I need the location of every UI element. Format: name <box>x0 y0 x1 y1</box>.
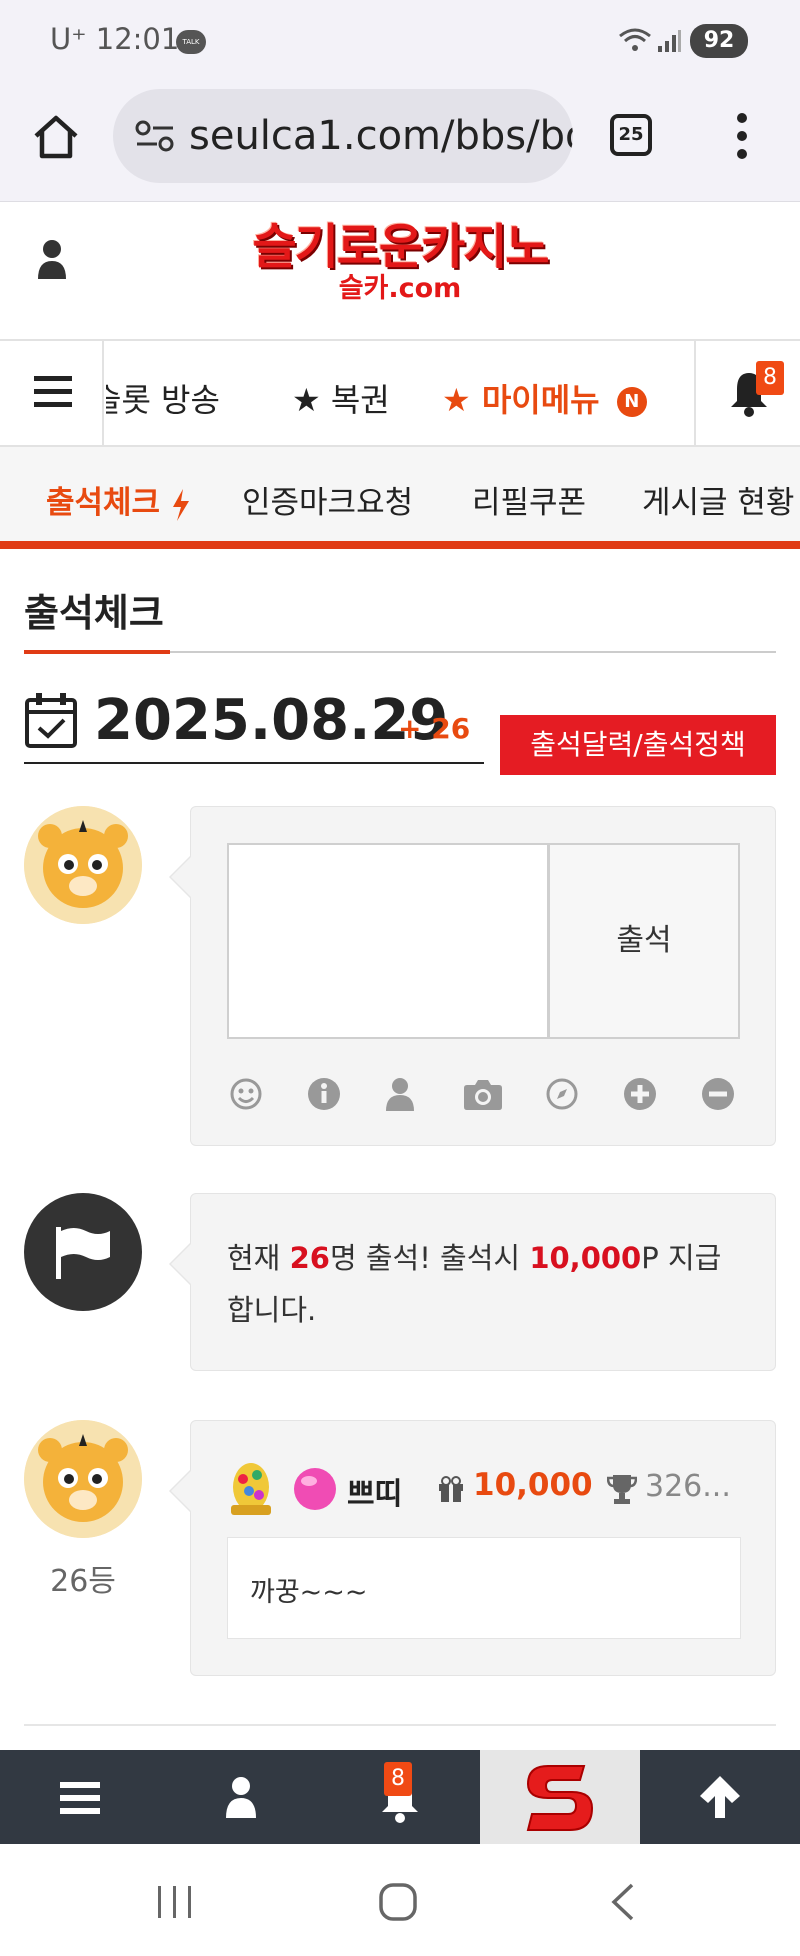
nav-item-lottery[interactable]: ★ 복권 <box>292 375 390 421</box>
info-icon[interactable] <box>307 1077 341 1111</box>
more-menu-icon[interactable] <box>734 112 750 160</box>
emoticon-icon[interactable] <box>229 1077 263 1111</box>
compose-box: 출석 <box>169 806 776 1146</box>
gift-icon <box>439 1476 463 1502</box>
wifi-icon <box>619 28 651 51</box>
nav-item-slot-broadcast[interactable]: 슬롯 방송 <box>106 375 220 421</box>
back-icon[interactable] <box>608 1882 638 1922</box>
notice-mid: 명 출석! 출석시 <box>329 1241 530 1275</box>
my-avatar <box>24 806 142 924</box>
entry-trophy-count: 326... <box>645 1469 731 1504</box>
browser-toolbar: seulca1.com/bbs/bo 25 <box>0 84 800 202</box>
trophy-icon <box>607 1475 637 1504</box>
subnav-item-cert-mark[interactable]: 인증마크요청 <box>242 477 413 522</box>
new-badge: N <box>616 387 647 417</box>
hamburger-icon <box>60 1782 100 1814</box>
notice-prefix: 현재 <box>227 1241 290 1275</box>
home-circle-icon[interactable] <box>378 1882 418 1922</box>
s-logo-icon <box>526 1765 594 1831</box>
subnav-item-refill-coupon[interactable]: 리필쿠폰 <box>472 477 586 522</box>
battery-level: 92 <box>703 28 735 53</box>
notice-box: 현재 26명 출석! 출석시 10,000P 지급 합니다. <box>169 1193 776 1371</box>
notice-text: 현재 26명 출석! 출석시 10,000P 지급 합니다. <box>227 1232 747 1336</box>
site-logo[interactable]: 슬기로운카지노 슬카.com <box>210 221 590 305</box>
recents-icon[interactable] <box>156 1884 194 1920</box>
address-bar[interactable]: seulca1.com/bbs/bo <box>113 89 573 183</box>
camera-icon[interactable] <box>463 1077 503 1111</box>
system-nav-bar <box>0 1844 800 1956</box>
url-text: seulca1.com/bbs/bo <box>189 113 573 159</box>
site-header: 슬기로운카지노 슬카.com <box>0 203 800 339</box>
logo-sub-text: 슬카.com <box>338 273 462 304</box>
entry-message-box: 까꿍~~~ <box>227 1537 741 1639</box>
bottom-notification-button[interactable]: 8 <box>320 1750 480 1844</box>
notice-points: 10,000 <box>529 1241 642 1275</box>
compass-icon[interactable] <box>545 1077 579 1111</box>
list-divider <box>24 1724 776 1726</box>
page-title: 출석체크 <box>24 591 164 635</box>
subnav-item-attendance[interactable]: 출석체크 <box>46 477 191 522</box>
entry-rank: 26등 <box>50 1564 116 1599</box>
arrow-up-icon <box>700 1776 740 1818</box>
comment-textarea[interactable] <box>227 843 549 1039</box>
tiger-avatar-icon <box>24 1420 142 1538</box>
hamburger-icon <box>34 376 72 407</box>
status-time: U⁺ 12:01 <box>50 22 180 56</box>
subnav-item-post-status[interactable]: 게시글 현황 <box>642 477 794 522</box>
nav-item-my-menu[interactable]: ★ 마이메뉴 N <box>442 375 647 421</box>
status-bar: U⁺ 12:01 TALK 92 <box>0 0 800 84</box>
attend-submit-button[interactable]: 출석 <box>548 843 740 1039</box>
attendance-date: 2025.08.29 <box>94 688 449 753</box>
user-icon <box>226 1777 256 1818</box>
date-block: 2025.08.29 + 26 <box>24 688 484 764</box>
entry-username[interactable]: 쁘띠 <box>347 1469 402 1513</box>
entry-avatar <box>24 1420 142 1538</box>
entry-message: 까꿍~~~ <box>250 1577 368 1608</box>
level-egg-icon <box>231 1463 271 1515</box>
subnav-attendance-label: 출석체크 <box>46 485 161 521</box>
notification-button[interactable]: 8 <box>694 341 800 445</box>
calendar-check-icon <box>25 693 77 748</box>
calendar-policy-button[interactable]: 출석달력/출석정책 <box>500 715 776 775</box>
bottom-logo-button[interactable] <box>480 1750 640 1844</box>
attend-submit-label: 출석 <box>616 923 672 958</box>
bottom-toolbar: 8 <box>0 1750 800 1844</box>
bottom-menu-button[interactable] <box>0 1750 160 1844</box>
signal-icon <box>658 30 681 52</box>
bottom-bell-badge: 8 <box>384 1762 412 1796</box>
tiger-avatar-icon <box>24 806 142 924</box>
logo-main-text: 슬기로운카지노 <box>252 219 549 275</box>
tab-count: 25 <box>618 124 644 145</box>
person-icon[interactable] <box>385 1077 415 1111</box>
site-settings-icon[interactable] <box>135 119 175 153</box>
flag-avatar <box>24 1193 142 1311</box>
pink-ball-icon <box>294 1468 336 1510</box>
attendance-date-count: + 26 <box>398 712 471 745</box>
notice-count: 26 <box>289 1241 330 1275</box>
hamburger-button[interactable] <box>0 341 104 445</box>
entry-box: 쁘띠 10,000 326... 까꿍~~~ <box>169 1420 776 1676</box>
scroll-top-button[interactable] <box>640 1750 800 1844</box>
user-icon[interactable] <box>36 239 68 281</box>
talk-badge-text: TALK <box>182 38 200 46</box>
battery-indicator: 92 <box>690 24 748 58</box>
bell-count-badge: 8 <box>756 361 784 395</box>
minus-circle-icon[interactable] <box>701 1077 735 1111</box>
bottom-user-button[interactable] <box>160 1750 320 1844</box>
main-nav: 슬롯 방송 ★ 복권 ★ 마이메뉴 N 8 <box>0 339 800 447</box>
sub-nav: 출석체크 인증마크요청 리필쿠폰 게시글 현황 <box>0 447 800 549</box>
home-icon[interactable] <box>32 114 80 160</box>
flag-icon <box>56 1227 110 1279</box>
lightning-icon <box>172 488 189 521</box>
title-underline <box>24 650 170 654</box>
entry-reward: 10,000 <box>473 1467 593 1503</box>
talk-icon: TALK <box>176 30 206 54</box>
nav-item-my-menu-label: ★ 마이메뉴 <box>442 381 600 419</box>
main-nav-scroller: 슬롯 방송 ★ 복권 ★ 마이메뉴 N <box>106 341 694 445</box>
plus-circle-icon[interactable] <box>623 1077 657 1111</box>
tab-switcher-button[interactable]: 25 <box>610 114 652 156</box>
